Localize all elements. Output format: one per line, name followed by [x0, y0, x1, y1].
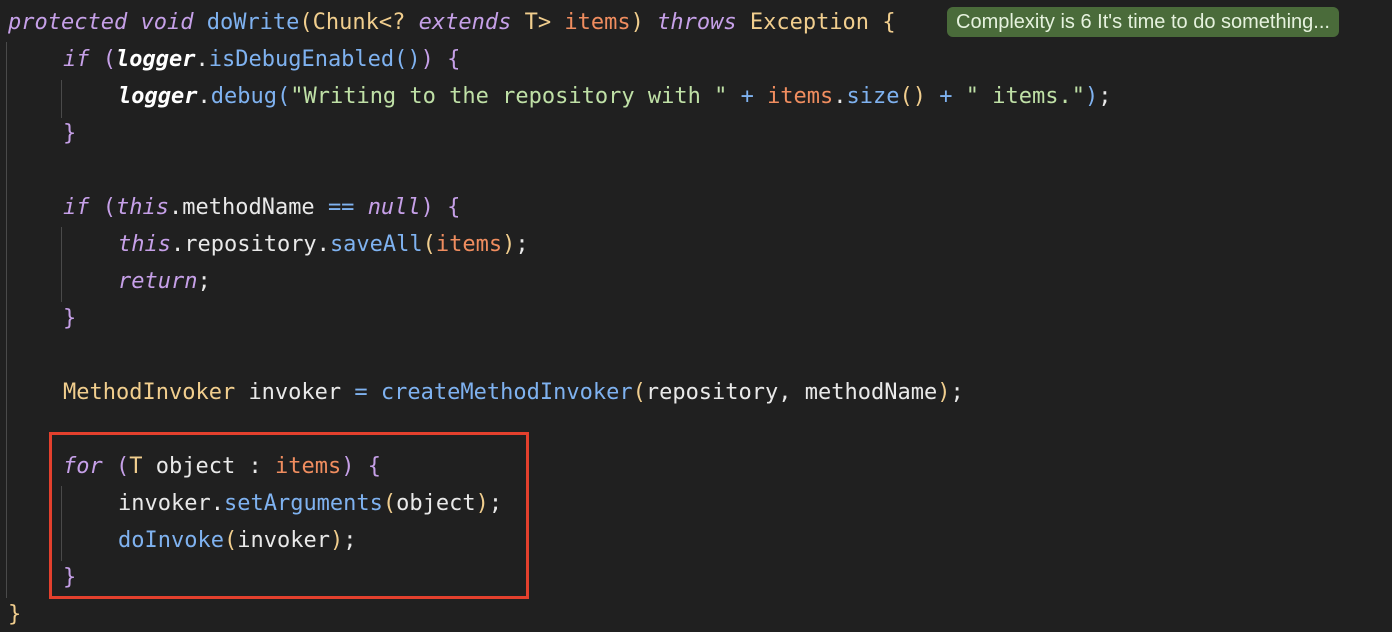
code-line-9[interactable]: } [63, 300, 76, 337]
token-bracket: ) [407, 47, 421, 72]
token-type: MethodInvoker [63, 380, 236, 405]
token-bracket: ( [899, 84, 913, 109]
token-operator: + [939, 84, 953, 109]
token-arguments: repository, methodName [645, 380, 938, 405]
token-bracket: ) [502, 232, 516, 257]
token-bracket: ( [299, 10, 313, 35]
code-line-8[interactable]: return; [118, 263, 211, 300]
token-bracket: { [447, 195, 461, 220]
token-punct: ; [1098, 84, 1112, 109]
token-bracket: ( [276, 84, 291, 109]
token-method-call: debug [210, 84, 277, 109]
token-punct: . [195, 47, 209, 72]
token-punct: . [833, 84, 847, 109]
complexity-hint-badge[interactable]: Complexity is 6 It's time to do somethin… [947, 7, 1339, 37]
token-parameter: items [564, 10, 631, 35]
token-string: " items." [965, 84, 1085, 109]
token-punct: ; [515, 232, 529, 257]
token-parameter: items [767, 84, 834, 109]
token-bracket: } [63, 121, 77, 146]
token-field: logger [118, 84, 198, 109]
indent-guide [61, 80, 62, 118]
token-field: .repository. [170, 232, 330, 257]
indent-guide [61, 227, 62, 302]
token-method-call: isDebugEnabled [208, 47, 395, 72]
code-line-1[interactable]: protected void doWrite(Chunk<? extends T… [8, 4, 896, 41]
code-line-17[interactable]: } [8, 596, 21, 632]
token-keyword: this [118, 232, 171, 257]
token-method-call: size [846, 84, 900, 109]
code-line-2[interactable]: if (logger.isDebugEnabled()) { [63, 41, 460, 78]
for-loop-highlight-box [49, 432, 529, 599]
token-method-call: createMethodInvoker [380, 380, 633, 405]
token-type: <? [378, 10, 406, 35]
code-line-7[interactable]: this.repository.saveAll(items); [118, 226, 529, 263]
token-keyword: this [116, 195, 169, 220]
code-editor[interactable]: protected void doWrite(Chunk<? extends T… [0, 0, 1392, 632]
token-variable: invoker [248, 380, 342, 405]
token-parameter: items [435, 232, 503, 257]
token-string: "Writing to the repository with " [290, 84, 728, 109]
code-line-6[interactable]: if (this.methodName == null) { [63, 189, 460, 226]
token-bracket: ( [102, 195, 116, 220]
token-keyword: null [367, 195, 421, 220]
token-bracket: ) [420, 47, 434, 72]
token-field: logger [116, 47, 196, 72]
token-bracket: } [63, 306, 77, 331]
token-bracket: ( [422, 232, 436, 257]
token-punct: ; [197, 269, 211, 294]
token-bracket: { [882, 10, 896, 35]
token-bracket: ) [937, 380, 951, 405]
token-bracket: ( [394, 47, 408, 72]
token-type: Chunk [312, 10, 379, 35]
token-bracket: ) [1085, 84, 1099, 109]
token-bracket: } [8, 602, 22, 627]
token-bracket: { [447, 47, 461, 72]
token-type: Exception [749, 10, 870, 35]
token-keyword: if [63, 195, 90, 220]
token-punct: . [197, 84, 211, 109]
code-line-3[interactable]: logger.debug("Writing to the repository … [118, 78, 1112, 115]
code-line-11[interactable]: MethodInvoker invoker = createMethodInvo… [63, 374, 964, 411]
token-keyword: return [118, 269, 198, 294]
token-keyword: protected [8, 10, 128, 35]
token-keyword: void [140, 10, 194, 35]
token-operator: + [740, 84, 754, 109]
token-bracket: ( [632, 380, 646, 405]
token-operator: = [354, 380, 368, 405]
token-keyword: extends [418, 10, 512, 35]
token-bracket: ) [912, 84, 927, 109]
indent-guide [6, 42, 7, 598]
code-line-4[interactable]: } [63, 115, 76, 152]
token-bracket: ( [102, 47, 116, 72]
token-field: .methodName [168, 195, 315, 220]
token-type: T> [524, 10, 552, 35]
token-keyword: throws [657, 10, 737, 35]
token-punct: ; [950, 380, 964, 405]
token-method-call: saveAll [329, 232, 423, 257]
token-bracket: ) [630, 10, 644, 35]
token-operator: == [327, 195, 355, 220]
token-bracket: ) [420, 195, 434, 220]
token-method-name: doWrite [206, 10, 300, 35]
token-keyword: if [63, 47, 90, 72]
